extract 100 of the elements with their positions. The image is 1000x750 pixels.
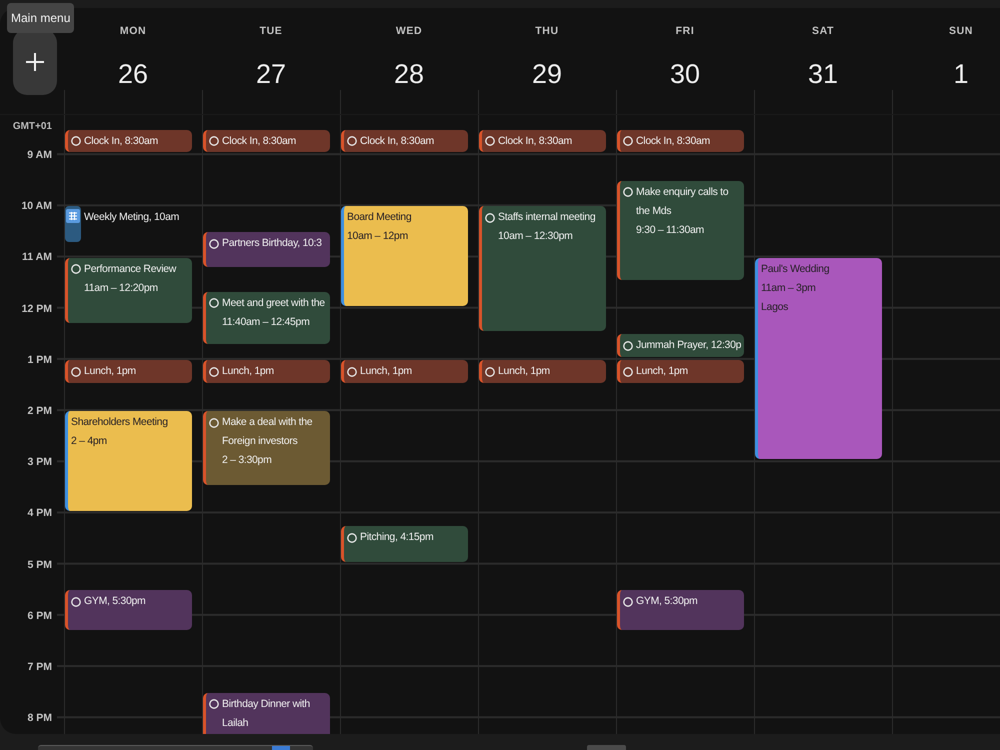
event-card[interactable]: Lunch, 1pm — [203, 360, 330, 383]
event-card[interactable]: Partners Birthday, 10:3 — [203, 232, 330, 268]
event-title: Make enquiry calls to the Mds — [636, 184, 730, 219]
event-card[interactable]: Pitching, 4:15pm — [341, 526, 468, 562]
event-card[interactable]: Birthday Dinner with Lailah — [203, 692, 330, 734]
day-number[interactable]: 27 — [256, 58, 286, 90]
ring-icon — [347, 532, 357, 543]
event-title: Meet and greet with the — [222, 296, 326, 311]
event-card[interactable]: Lunch, 1pm — [479, 360, 606, 383]
ring-icon — [623, 187, 633, 198]
day-number[interactable]: 31 — [808, 58, 838, 90]
hour-label: 11 AM — [22, 251, 52, 264]
hour-label: 3 PM — [27, 456, 52, 468]
timezone-label: GMT+01 — [12, 121, 52, 133]
ring-icon — [623, 136, 633, 146]
event-card[interactable]: Make enquiry calls to the Mds 9:30 – 11:30am — [617, 180, 744, 280]
event-time: 2 – 3:30pm — [222, 453, 273, 468]
event-title: Weekly Meting, 10am — [84, 210, 180, 226]
event-card[interactable]: Jummah Prayer, 12:30p — [617, 334, 744, 357]
ring-icon — [209, 366, 219, 376]
ring-icon — [209, 238, 219, 248]
event-card[interactable]: Clock In, 8:30am — [203, 130, 330, 152]
event-title: Lunch, 1pm — [84, 364, 137, 379]
event-title: GYM, 5:30pm — [636, 594, 698, 610]
event-card[interactable]: Lunch, 1pm — [341, 360, 468, 383]
event-title: Make a deal with the Foreign investors — [222, 415, 314, 450]
event-title: Lunch, 1pm — [498, 364, 551, 379]
day-number[interactable]: 1 — [953, 58, 969, 90]
plus-icon — [26, 53, 44, 71]
event-card[interactable]: Clock In, 8:30am — [341, 130, 468, 152]
ring-icon — [209, 136, 219, 146]
event-title: Lunch, 1pm — [222, 364, 275, 379]
event-title: Clock In, 8:30am — [498, 134, 573, 149]
day-name: SAT — [812, 24, 834, 38]
ring-icon — [485, 136, 495, 146]
event-title: Board Meeting — [347, 210, 412, 226]
ring-icon — [71, 136, 81, 146]
day-number[interactable]: 29 — [532, 58, 562, 90]
event-card[interactable]: Make a deal with the Foreign investors 2 – 3:30pm — [203, 411, 330, 485]
event-title: Performance Review — [84, 262, 178, 277]
ring-icon — [71, 596, 81, 607]
ring-icon — [347, 366, 357, 376]
day-number[interactable]: 28 — [394, 58, 424, 90]
day-number[interactable]: 26 — [118, 58, 148, 90]
tab-edge-drawing — [587, 745, 626, 750]
event-title: Paul's Wedding — [761, 262, 830, 277]
event-card[interactable]: Performance Review 11am – 12:20pm — [65, 258, 192, 323]
event-card[interactable]: Meet and greet with the 11:40am – 12:45pm — [203, 292, 330, 344]
event-time: 9:30 – 11:30am — [636, 222, 705, 238]
hour-label: 12 PM — [22, 302, 52, 315]
event-title: Lunch, 1pm — [636, 364, 689, 379]
event-location: Lagos — [761, 300, 790, 315]
hour-label: 9 AM — [27, 149, 52, 161]
event-card[interactable]: Lunch, 1pm — [65, 360, 192, 383]
day-name: TUE — [260, 24, 282, 38]
event-time: 2 – 4pm — [71, 434, 108, 450]
event-title: Birthday Dinner with Lailah — [222, 696, 311, 731]
hour-label: 1 PM — [27, 354, 52, 366]
grid-icon — [66, 209, 80, 224]
event-card[interactable]: Staffs internal meeting 10am – 12:30pm — [479, 206, 606, 332]
ring-icon — [623, 366, 633, 376]
ring-icon — [209, 699, 219, 710]
day-number[interactable]: 30 — [670, 58, 700, 90]
event-card[interactable]: Shareholders Meeting 2 – 4pm — [65, 411, 192, 511]
hour-label: 10 AM — [21, 200, 52, 212]
event-time: 10am – 12:30pm — [498, 229, 574, 244]
event-card[interactable]: Board Meeting 10am – 12pm — [341, 206, 468, 306]
hour-label: 8 PM — [27, 712, 52, 724]
ring-icon — [71, 264, 81, 274]
ring-icon — [485, 366, 495, 376]
hour-label: 5 PM — [27, 558, 52, 570]
event-card[interactable]: Clock In, 8:30am — [479, 130, 606, 152]
event-title: Clock In, 8:30am — [222, 134, 297, 149]
event-card[interactable]: Lunch, 1pm — [617, 360, 744, 383]
event-chip[interactable] — [65, 206, 81, 242]
day-name: SUN — [949, 24, 973, 38]
day-name: MON — [120, 24, 146, 38]
event-time: 10am – 12pm — [347, 229, 409, 244]
tooltip: Main menu — [7, 3, 74, 33]
hour-label: 4 PM — [27, 507, 52, 520]
hour-label: 6 PM — [27, 610, 52, 622]
day-name: FRI — [676, 24, 694, 38]
event-card[interactable]: Paul's Wedding 11am – 3pm Lagos — [755, 258, 882, 460]
event-time: 11am – 3pm — [761, 280, 817, 296]
event-time: 11am – 12:20pm — [84, 280, 159, 296]
hour-label: 2 PM — [27, 404, 52, 417]
event-card[interactable]: GYM, 5:30pm — [65, 590, 192, 630]
day-name: WED — [396, 24, 422, 38]
ring-icon — [209, 418, 219, 428]
event-title: Lunch, 1pm — [360, 364, 413, 379]
event-card[interactable]: Clock In, 8:30am — [65, 130, 192, 152]
event-title: Jummah Prayer, 12:30p — [636, 338, 742, 354]
event-title: Clock In, 8:30am — [360, 134, 435, 149]
hour-label: 7 PM — [27, 660, 52, 673]
ring-icon — [209, 298, 219, 308]
event-title: Shareholders Meeting — [71, 415, 169, 430]
event-title: GYM, 5:30pm — [84, 594, 146, 610]
event-time: 11:40am – 12:45pm — [222, 314, 311, 330]
event-card[interactable]: Clock In, 8:30am — [617, 130, 744, 152]
event-card[interactable]: GYM, 5:30pm — [617, 590, 744, 630]
